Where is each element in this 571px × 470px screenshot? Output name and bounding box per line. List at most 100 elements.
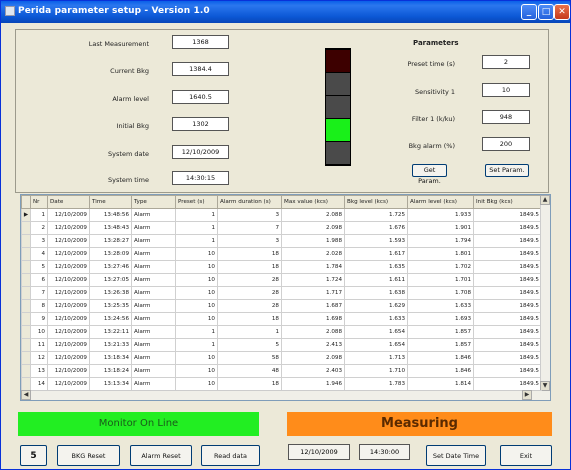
exit-button[interactable]: Exit xyxy=(500,445,552,466)
row-selector[interactable] xyxy=(21,221,31,235)
row-selector-header xyxy=(21,195,31,209)
system-date-label: System date xyxy=(108,150,149,158)
table-cell: 1.846 xyxy=(407,351,474,365)
table-header-row: Nr Date Time Type Preset (s) Alarm durat… xyxy=(21,195,542,209)
row-selector[interactable] xyxy=(21,377,31,391)
table-cell: 1.901 xyxy=(407,221,474,235)
column-header[interactable]: Alarm duration (s) xyxy=(217,195,282,209)
bkg-alarm-input[interactable]: 200 xyxy=(482,137,530,151)
table-cell: 1.710 xyxy=(344,364,408,378)
signal-light-4 xyxy=(326,119,350,141)
table-cell: 18 xyxy=(217,247,282,261)
table-row[interactable]: 13 12/10/2009 13:18:24 Alarm 10 48 2.403 1.710 1… xyxy=(21,364,542,378)
table-cell: 1.783 xyxy=(344,377,408,391)
row-selector[interactable] xyxy=(21,312,31,326)
column-header[interactable]: Bkg level (kcs) xyxy=(344,195,408,209)
row-selector[interactable] xyxy=(21,325,31,339)
table-row[interactable]: 12 12/10/2009 13:18:34 Alarm 10 58 2.098 1.713 1… xyxy=(21,351,542,365)
get-params-button[interactable]: Get Param. xyxy=(412,164,447,185)
table-cell: 1.693 xyxy=(407,312,474,326)
table-row[interactable]: 4 12/10/2009 13:28:09 Alarm 10 18 2.028 1.617 1.… xyxy=(21,247,542,261)
bkg-reset-button[interactable]: BKG Reset xyxy=(57,445,120,466)
column-header[interactable]: Nr xyxy=(30,195,48,209)
app-window: Perida parameter setup - Version 1.0 _ □… xyxy=(0,0,571,470)
close-button[interactable]: ✕ xyxy=(554,4,570,20)
status-panel xyxy=(15,29,549,193)
horizontal-scrollbar[interactable]: ◀ ▶ xyxy=(21,390,542,400)
maximize-button[interactable]: □ xyxy=(538,4,554,20)
table-cell: 3 xyxy=(217,234,282,248)
table-row[interactable]: 3 12/10/2009 13:28:27 Alarm 1 3 1.988 1.593 1.79… xyxy=(21,234,542,248)
table-cell: Alarm xyxy=(131,273,176,287)
time-field[interactable]: 14:30:00 xyxy=(359,444,410,460)
scroll-left-icon[interactable]: ◀ xyxy=(21,390,31,400)
current-row-indicator-icon[interactable]: ▶ xyxy=(21,208,31,222)
sensitivity-label: Sensitivity 1 xyxy=(414,88,455,96)
table-row[interactable]: 14 12/10/2009 13:13:34 Alarm 10 18 1.946 1.783 1… xyxy=(21,377,542,391)
table-cell: 13:28:27 xyxy=(89,234,132,248)
table-row[interactable]: 11 12/10/2009 13:21:33 Alarm 1 5 2.413 1.654 1.8… xyxy=(21,338,542,352)
alarm-reset-button[interactable]: Alarm Reset xyxy=(130,445,192,466)
table-row[interactable]: 6 12/10/2009 13:27:05 Alarm 10 28 1.724 1.611 1.… xyxy=(21,273,542,287)
column-header[interactable]: Time xyxy=(89,195,132,209)
filter-input[interactable]: 948 xyxy=(482,110,530,124)
scroll-right-icon[interactable]: ▶ xyxy=(522,390,532,400)
read-data-button[interactable]: Read data xyxy=(201,445,260,466)
table-row[interactable]: 10 12/10/2009 13:22:11 Alarm 1 1 2.088 1.654 1.8… xyxy=(21,325,542,339)
preset-time-input[interactable]: 2 xyxy=(482,55,530,69)
table-row[interactable]: 9 12/10/2009 13:24:56 Alarm 10 18 1.698 1.633 1.… xyxy=(21,312,542,326)
column-header[interactable]: Date xyxy=(47,195,90,209)
row-selector[interactable] xyxy=(21,247,31,261)
sensitivity-input[interactable]: 10 xyxy=(482,83,530,97)
title-bar: Perida parameter setup - Version 1.0 _ □… xyxy=(1,1,570,23)
table-cell: Alarm xyxy=(131,286,176,300)
minimize-button[interactable]: _ xyxy=(521,4,537,20)
table-cell: 10 xyxy=(30,325,48,339)
column-header[interactable]: Init Bkg (kcs) xyxy=(473,195,542,209)
set-datetime-button[interactable]: Set Date Time xyxy=(426,445,486,466)
table-cell: 1 xyxy=(30,208,48,222)
column-header[interactable]: Alarm level (kcs) xyxy=(407,195,474,209)
last-measurement-label: Last Measurement xyxy=(88,40,149,48)
table-row[interactable]: 7 12/10/2009 13:26:38 Alarm 10 28 1.717 1.638 1.… xyxy=(21,286,542,300)
table-row[interactable]: 5 12/10/2009 13:27:46 Alarm 10 18 1.784 1.635 1.… xyxy=(21,260,542,274)
table-cell: 1.857 xyxy=(407,325,474,339)
date-field[interactable]: 12/10/2009 xyxy=(288,444,350,460)
set-params-button[interactable]: Set Param. xyxy=(485,164,529,177)
table-cell: 1.857 xyxy=(407,338,474,352)
scroll-up-icon[interactable]: ▲ xyxy=(540,195,550,205)
column-header[interactable]: Preset (s) xyxy=(175,195,218,209)
table-row[interactable]: ▶ 1 12/10/2009 13:48:56 Alarm 1 3 2.088 1.725 1.9… xyxy=(21,208,542,222)
table-cell: 1.676 xyxy=(344,221,408,235)
table-cell: 1.633 xyxy=(407,299,474,313)
table-cell: Alarm xyxy=(131,299,176,313)
table-cell: 3 xyxy=(30,234,48,248)
table-cell: 13:21:33 xyxy=(89,338,132,352)
table-row[interactable]: 2 12/10/2009 13:48:43 Alarm 1 7 2.098 1.676 1.90… xyxy=(21,221,542,235)
row-selector[interactable] xyxy=(21,234,31,248)
row-selector[interactable] xyxy=(21,273,31,287)
app-icon xyxy=(5,6,15,16)
row-selector[interactable] xyxy=(21,364,31,378)
table-cell: 10 xyxy=(175,247,218,261)
table-cell: 3 xyxy=(217,208,282,222)
table-cell: 12/10/2009 xyxy=(47,325,90,339)
column-header[interactable]: Max value (kcs) xyxy=(281,195,345,209)
table-cell: 10 xyxy=(175,260,218,274)
column-header[interactable]: Type xyxy=(131,195,176,209)
row-selector[interactable] xyxy=(21,351,31,365)
row-selector[interactable] xyxy=(21,338,31,352)
table-cell: 1849.5 xyxy=(473,377,542,391)
table-cell: 1.702 xyxy=(407,260,474,274)
table-cell: 10 xyxy=(175,377,218,391)
window-title: Perida parameter setup - Version 1.0 xyxy=(18,6,210,16)
table-cell: 8 xyxy=(30,299,48,313)
table-cell: 12/10/2009 xyxy=(47,247,90,261)
table-cell: Alarm xyxy=(131,221,176,235)
row-selector[interactable] xyxy=(21,299,31,313)
table-row[interactable]: 8 12/10/2009 13:25:35 Alarm 10 28 1.687 1.629 1.… xyxy=(21,299,542,313)
row-selector[interactable] xyxy=(21,286,31,300)
vertical-scrollbar[interactable]: ▲ ▼ xyxy=(540,195,550,400)
table-cell: Alarm xyxy=(131,260,176,274)
row-selector[interactable] xyxy=(21,260,31,274)
